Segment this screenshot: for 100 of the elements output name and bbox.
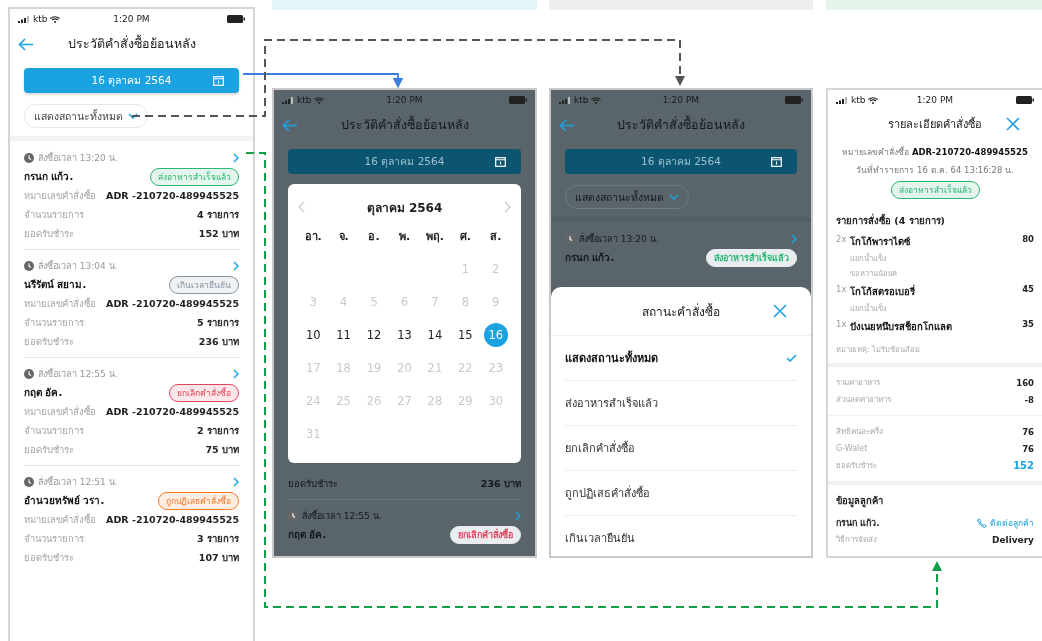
customer-name: กรนก แก้ว. bbox=[24, 170, 74, 184]
date-button[interactable]: 16 ตุลาคม 2564 bbox=[288, 149, 521, 174]
order-time: สั่งซื้อเวลา 12:51 น. bbox=[38, 475, 118, 489]
shipping-value: Delivery bbox=[991, 534, 1034, 545]
order-time: สั่งซื้อเวลา 12:55 น. bbox=[38, 367, 118, 381]
weekday-label: พ. bbox=[397, 229, 412, 245]
field-label: หมายเลขคำสั่งซื้อ bbox=[24, 296, 96, 311]
month-title: ตุลาคม 2564 bbox=[365, 199, 444, 217]
chevron-down-icon bbox=[128, 113, 138, 119]
calendar-icon bbox=[771, 156, 782, 167]
status-option[interactable]: ส่งอาหารสำเร็จแล้ว bbox=[565, 381, 797, 426]
weekday-label: พฤ. bbox=[424, 229, 445, 245]
status-time: 1:20 PM bbox=[662, 95, 700, 105]
calendar-day[interactable]: 14 bbox=[422, 322, 447, 347]
customer-name: กรนก แก้ว. bbox=[836, 516, 880, 530]
calendar-day[interactable]: 15 bbox=[453, 322, 478, 347]
date-button[interactable]: 16 ตุลาคม 2564 bbox=[565, 149, 797, 174]
status-tag: ถูกปฏิเสธคำสั่งซื้อ bbox=[158, 491, 239, 510]
calendar-day[interactable]: 13 bbox=[392, 322, 417, 347]
wifi-icon bbox=[314, 96, 325, 104]
check-icon bbox=[786, 354, 797, 362]
status-time: 1:20 PM bbox=[113, 14, 150, 24]
chevron-right-icon[interactable] bbox=[515, 511, 521, 521]
customer-name: กฤต อัค. bbox=[288, 528, 327, 542]
field-value: 5 รายการ bbox=[197, 316, 239, 330]
clock-icon bbox=[24, 477, 34, 487]
field-value: ADR -210720-489945525 bbox=[106, 514, 239, 525]
field-label: จำนวนรายการ bbox=[24, 316, 84, 330]
battery-icon bbox=[227, 15, 245, 23]
back-icon[interactable] bbox=[282, 118, 298, 132]
status-option[interactable]: ถูกปฏิเสธคำสั่งซื้อ bbox=[565, 471, 797, 516]
clock-icon bbox=[24, 153, 34, 163]
calendar-day[interactable]: 11 bbox=[331, 322, 356, 347]
date-button[interactable]: 16 ตุลาคม 2564 bbox=[24, 68, 239, 93]
field-value: 75 บาท bbox=[205, 443, 239, 457]
battery-icon bbox=[1016, 96, 1034, 104]
clock-icon bbox=[565, 234, 575, 244]
item-name: ปังเนยหนึบรสช็อกโกแลต bbox=[850, 319, 953, 334]
calendar-day[interactable]: 16 bbox=[483, 322, 508, 347]
weekday-label: อา. bbox=[303, 229, 323, 245]
back-icon[interactable] bbox=[18, 37, 34, 51]
field-value: 152 บาท bbox=[198, 227, 239, 241]
field-label: จำนวนรายการ bbox=[24, 424, 84, 438]
close-icon[interactable] bbox=[1006, 117, 1020, 131]
wifi-icon bbox=[868, 96, 879, 104]
item-quantity: 2x bbox=[836, 234, 848, 244]
order-date: วันที่ทำรายการ 16 ต.ค. 64 13:16:28 น. bbox=[856, 163, 1014, 177]
item-price: 35 bbox=[1022, 319, 1034, 329]
status-filter[interactable]: แสดงสถานะทั้งหมด bbox=[24, 104, 148, 128]
payment-label: สิทธิคนละครึ่ง bbox=[836, 425, 883, 438]
order-time: สั่งซื้อเวลา 13:04 น. bbox=[38, 259, 118, 273]
field-label: หมายเลขคำสั่งซื้อ bbox=[24, 188, 96, 203]
weekday-label: ศ. bbox=[458, 229, 472, 245]
field-value: 3 รายการ bbox=[197, 532, 239, 546]
summary-label: ส่วนลดค่าอาหาร bbox=[836, 394, 891, 406]
chevron-left-icon[interactable] bbox=[298, 201, 305, 213]
clock-icon bbox=[24, 261, 34, 271]
field-label: ยอดรับชำระ bbox=[24, 443, 74, 457]
phone-icon bbox=[977, 517, 987, 528]
status-tag: เกินเวลายืนยัน bbox=[169, 275, 239, 294]
summary-label: รวมค่าอาหาร bbox=[836, 377, 880, 389]
signal-icon bbox=[559, 96, 571, 104]
chevron-right-icon[interactable] bbox=[233, 153, 239, 163]
signal-icon bbox=[836, 96, 848, 104]
summary-value: 160 bbox=[1016, 377, 1034, 388]
chevron-right-icon[interactable] bbox=[233, 369, 239, 379]
back-icon[interactable] bbox=[559, 118, 575, 132]
close-icon[interactable] bbox=[773, 304, 787, 318]
payment-label: G-Walet bbox=[836, 444, 868, 453]
customer-name: กรนก แก้ว. bbox=[565, 251, 615, 265]
calendar-day[interactable]: 12 bbox=[362, 322, 387, 347]
field-value: 236 บาท bbox=[198, 335, 239, 349]
status-time: 1:20 PM bbox=[386, 95, 423, 105]
calendar-day[interactable]: 10 bbox=[301, 322, 326, 347]
carrier-name: ktb bbox=[851, 95, 866, 105]
clock-icon bbox=[24, 369, 34, 379]
contact-link[interactable]: ติดต่อลูกค้า bbox=[977, 515, 1034, 530]
status-tag: ส่งอาหารสำเร็จแล้ว bbox=[890, 181, 980, 199]
screen-title: ประวัติคำสั่งซื้อย้อนหลัง bbox=[339, 115, 470, 134]
status-tag: ส่งอาหารสำเร็จแล้ว bbox=[706, 248, 797, 267]
order-number: หมายเลขคำสั่งซื้อ ADR-210720-489945525 bbox=[842, 145, 1028, 159]
summary-value: -8 bbox=[1024, 394, 1034, 405]
section-heading: ข้อมูลลูกค้า bbox=[836, 494, 884, 510]
battery-icon bbox=[509, 96, 527, 104]
field-value: ADR -210720-489945525 bbox=[106, 298, 239, 309]
field-value: ADR -210720-489945525 bbox=[106, 406, 239, 417]
status-tag: ยกเลิกคำสั่งซื้อ bbox=[450, 525, 521, 544]
chevron-right-icon[interactable] bbox=[791, 234, 797, 244]
payment-value: 76 bbox=[1022, 443, 1034, 454]
sheet-title: สถานะคำสั่งซื้อ bbox=[641, 302, 721, 321]
field-value: 2 รายการ bbox=[197, 424, 239, 438]
chevron-right-icon[interactable] bbox=[504, 201, 511, 213]
payment-value: 152 bbox=[1013, 460, 1034, 471]
status-tag: ยกเลิกคำสั่งซื้อ bbox=[169, 383, 239, 402]
chevron-right-icon[interactable] bbox=[233, 261, 239, 271]
status-option[interactable]: ยกเลิกคำสั่งซื้อ bbox=[565, 426, 797, 471]
section-heading: รายการสั่งซื้อ (4 รายการ) bbox=[836, 212, 946, 228]
status-option[interactable]: แสดงสถานะทั้งหมด bbox=[565, 336, 797, 381]
chevron-right-icon[interactable] bbox=[233, 477, 239, 487]
status-option[interactable]: เกินเวลายืนยัน bbox=[565, 516, 797, 556]
